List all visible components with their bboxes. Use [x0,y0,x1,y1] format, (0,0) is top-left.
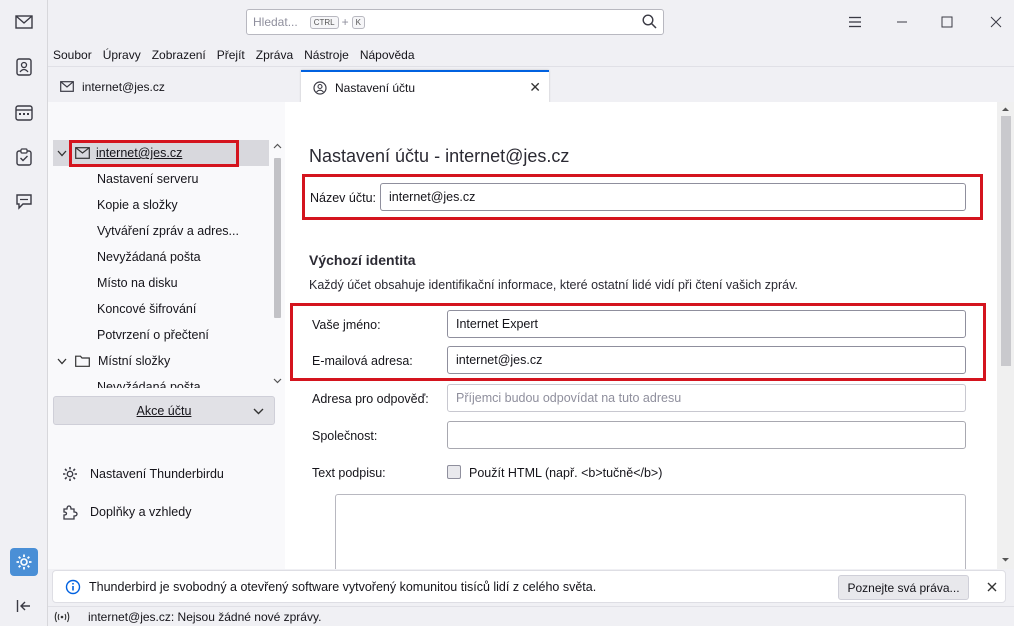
html-signature-label: Použít HTML (např. <b>tučně</b>) [469,466,663,480]
account-actions-label: Akce účtu [136,403,192,418]
tab-label: Nastavení účtu [335,80,416,95]
reply-to-field[interactable]: Příjemci budou odpovídat na tuto adresu [447,384,966,412]
reply-to-label: Adresa pro odpověď: [312,392,429,406]
search-placeholder: Hledat... [253,15,298,29]
tree-item-junk[interactable]: Nevyžádaná pošta [53,244,269,270]
tab-label: internet@jes.cz [82,79,165,94]
html-signature-checkbox[interactable] [447,465,461,479]
chevron-down-icon [253,404,264,418]
hamburger-menu-icon[interactable] [841,8,869,36]
scroll-down-icon[interactable] [1001,557,1010,563]
account-name-field[interactable]: internet@jes.cz [380,183,966,211]
tree-item-copies[interactable]: Kopie a složky [53,192,269,218]
close-icon[interactable]: ✕ [529,79,541,96]
shortcut-plus: + [341,15,349,29]
organization-label: Společnost: [312,429,378,443]
gear-icon[interactable] [10,548,38,576]
organization-field[interactable] [447,421,966,449]
search-input[interactable]: Hledat... CTRL + K [246,9,664,35]
tree-item-disk[interactable]: Místo na disku [53,270,269,296]
account-mail-icon [75,147,90,159]
tree-account[interactable]: internet@jes.cz [53,140,269,166]
tree-item-e2e[interactable]: Koncové šifrování [53,296,269,322]
tasks-icon[interactable] [10,143,38,171]
status-text: internet@jes.cz: Nejsou žádné nové zpráv… [88,609,322,624]
menu-zprava[interactable]: Zpráva [256,48,293,62]
content-scrollbar[interactable] [997,102,1014,569]
collapse-left-icon[interactable] [10,592,38,620]
account-name-label: Název účtu: [310,191,377,205]
info-icon [65,579,81,595]
menu-bar: Soubor Úpravy Zobrazení Přejít Zpráva Ná… [48,44,1014,66]
gear-icon [62,466,80,482]
maximize-icon[interactable] [933,8,961,36]
close-window-icon[interactable] [982,8,1010,36]
thunderbird-settings-link[interactable]: Nastavení Thunderbirdu [62,466,224,482]
tab-account-settings[interactable]: Nastavení účtu ✕ [301,70,549,103]
minimize-icon[interactable] [888,8,916,36]
tab-bar: internet@jes.cz Nastavení účtu ✕ [48,66,1014,103]
account-tree-pane: internet@jes.cz Nastavení serveru Kopie … [48,102,285,569]
your-name-label: Vaše jméno: [312,318,381,332]
account-settings-panel: Nastavení účtu - internet@jes.cz Název ú… [285,102,997,569]
notification-bar: Thunderbird je svobodný a otevřený softw… [52,570,1006,603]
menu-nastroje[interactable]: Nástroje [304,48,349,62]
chevron-down-icon[interactable] [53,358,71,365]
tree-item-composition[interactable]: Vytváření zpráv a adres... [53,218,269,244]
scroll-up-icon[interactable] [1001,106,1010,112]
scroll-up-icon[interactable] [273,143,282,149]
tab-mail[interactable]: internet@jes.cz [48,70,298,103]
tree-item-receipts[interactable]: Potvrzení o přečtení [53,322,269,348]
scroll-down-icon[interactable] [273,378,282,384]
account-tree: internet@jes.cz Nastavení serveru Kopie … [53,140,269,388]
your-name-field[interactable]: Internet Expert [447,310,966,338]
wifi-icon [54,611,70,623]
menu-prejit[interactable]: Přejít [217,48,245,62]
chat-icon[interactable] [10,187,38,215]
page-title: Nastavení účtu - internet@jes.cz [309,146,570,166]
tree-scrollbar[interactable] [270,140,284,388]
identity-section-title: Výchozí identita [309,252,416,268]
signature-textarea[interactable] [335,494,966,569]
notification-text: Thunderbird je svobodný a otevřený softw… [89,579,597,594]
close-icon[interactable] [981,576,1003,598]
tree-local-folders-label: Místní složky [98,354,171,368]
address-book-icon[interactable] [10,53,38,81]
title-bar: Hledat... CTRL + K [48,0,1014,44]
identity-description: Každý účet obsahuje identifikační inform… [309,278,798,292]
calendar-icon[interactable] [10,98,38,126]
email-label: E-mailová adresa: [312,354,413,368]
addons-label: Doplňky a vzhledy [90,505,192,519]
content-scroll-thumb[interactable] [1001,116,1011,366]
signature-label: Text podpisu: [312,466,386,480]
status-bar: internet@jes.cz: Nejsou žádné nové zpráv… [48,606,1014,626]
folder-icon [75,355,90,367]
tree-account-label: internet@jes.cz [96,146,183,160]
puzzle-icon [62,504,80,520]
menu-soubor[interactable]: Soubor [53,48,92,62]
menu-napoveda[interactable]: Nápověda [360,48,415,62]
shortcut-ctrl: CTRL [309,15,339,29]
tree-scroll-thumb[interactable] [274,158,281,318]
account-settings-icon [313,80,327,95]
addons-link[interactable]: Doplňky a vzhledy [62,504,191,520]
menu-zobrazeni[interactable]: Zobrazení [152,48,206,62]
chevron-down-icon[interactable] [53,150,71,157]
spaces-toolbar [0,0,48,626]
email-field[interactable]: internet@jes.cz [447,346,966,374]
thunderbird-settings-label: Nastavení Thunderbirdu [90,467,224,481]
mail-icon[interactable] [10,8,38,36]
know-your-rights-button[interactable]: Poznejte svá práva... [838,575,969,600]
shortcut-k: K [351,15,365,29]
tree-item-server[interactable]: Nastavení serveru [53,166,269,192]
menu-upravy[interactable]: Úpravy [103,48,141,62]
tree-local-folders[interactable]: Místní složky [53,348,269,374]
tree-item-local-junk[interactable]: Nevyžádaná pošta [53,374,269,388]
search-icon[interactable] [642,14,657,32]
account-actions-button[interactable]: Akce účtu [53,396,275,425]
mail-icon [60,81,74,92]
